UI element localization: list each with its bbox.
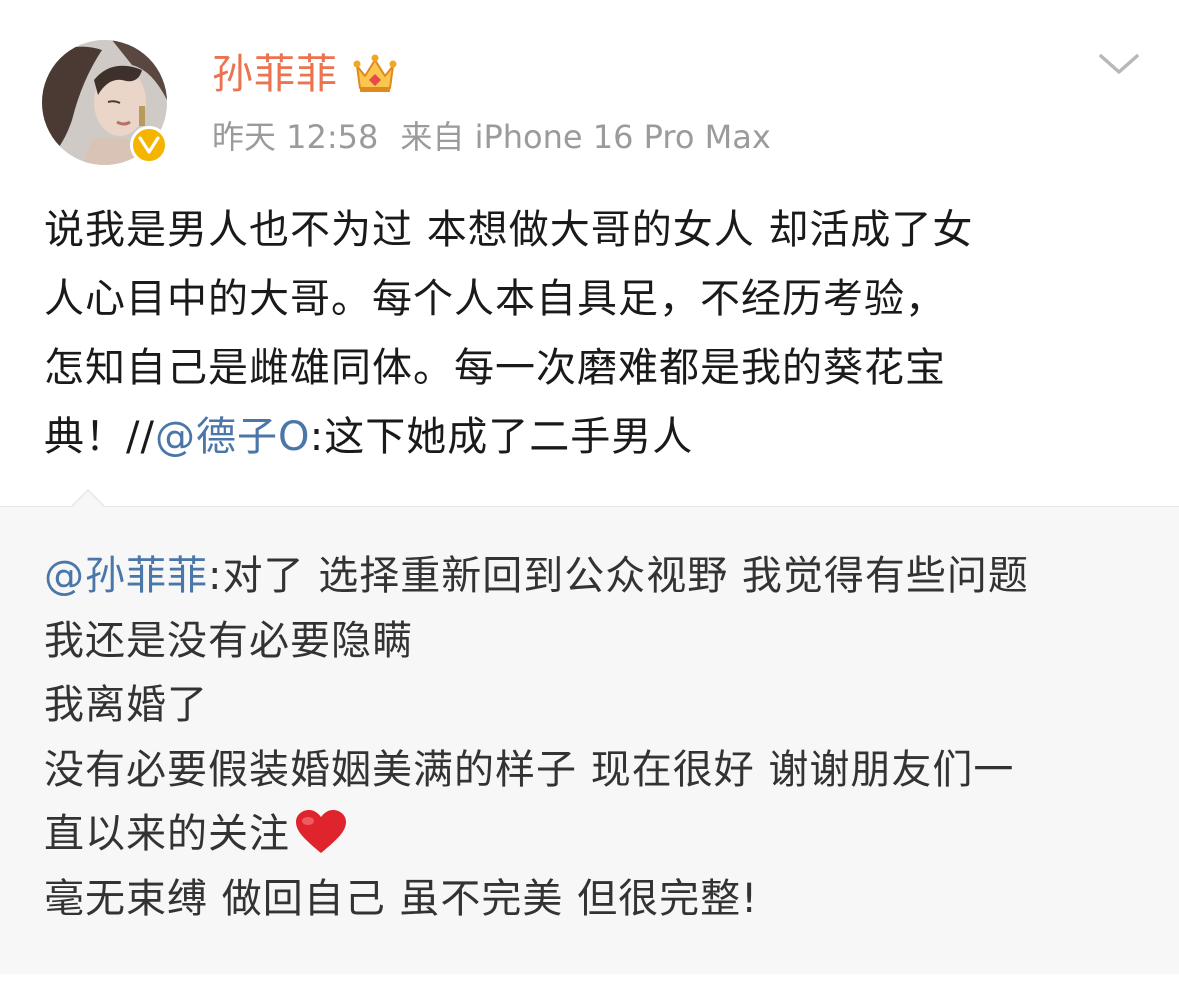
verified-v-badge-icon xyxy=(130,126,168,164)
retweet-text[interactable]: @孙菲菲:对了 选择重新回到公众视野 我觉得有些问题 我还是没有必要隐瞒 我离婚… xyxy=(44,544,1144,931)
retweet-text-line: 毫无束缚 做回自己 虽不完美 但很完整! xyxy=(44,875,759,922)
retweet-first-line-text: :对了 选择重新回到公众视野 我觉得有些问题 xyxy=(208,553,1029,599)
retweet-text-line: @孙菲菲:对了 选择重新回到公众视野 我觉得有些问题 xyxy=(44,544,1144,609)
timestamp: 昨天 12:58 xyxy=(212,118,379,156)
weibo-post-page: 孙菲菲 昨天 12:58 来自 iPhone 16 Pro Max 说我是男人也不… xyxy=(0,0,1179,995)
post-text-suffix: :这下她成了二手男人 xyxy=(309,414,694,460)
crown-icon xyxy=(352,50,398,96)
username[interactable]: 孙菲菲 xyxy=(212,48,338,100)
retweet-line5-text: 直以来的关注 xyxy=(44,811,290,857)
post-text-line: 说我是男人也不为过 本想做大哥的女人 却活成了女 xyxy=(44,207,974,253)
retweet-text-line: 我还是没有必要隐瞒 xyxy=(44,617,413,664)
post-text: 说我是男人也不为过 本想做大哥的女人 却活成了女 人心目中的大哥。每个人本自具足… xyxy=(44,196,1144,472)
red-heart-icon xyxy=(294,809,348,855)
post-text-line: 人心目中的大哥。每个人本自具足，不经历考验， xyxy=(44,276,946,322)
mention-link[interactable]: @德子O xyxy=(155,414,310,460)
retweet-mention-link[interactable]: @孙菲菲 xyxy=(44,553,208,599)
post-text-line-last: 典！//@德子O:这下她成了二手男人 xyxy=(44,403,1144,472)
retweet-text-line: 我离婚了 xyxy=(44,682,208,728)
post-text-line: 怎知自己是雌雄同体。每一次磨难都是我的葵花宝 xyxy=(44,345,946,391)
retweet-text-line: 直以来的关注 xyxy=(44,802,1144,867)
source-device: 来自 iPhone 16 Pro Max xyxy=(400,118,771,156)
chevron-down-icon[interactable] xyxy=(1098,50,1140,80)
retweet-pointer xyxy=(72,491,104,507)
post-text-prefix: 典！// xyxy=(44,414,155,460)
retweet-text-line: 没有必要假装婚姻美满的样子 现在很好 谢谢朋友们一 xyxy=(44,746,1015,793)
post-meta: 昨天 12:58 来自 iPhone 16 Pro Max xyxy=(212,116,771,158)
